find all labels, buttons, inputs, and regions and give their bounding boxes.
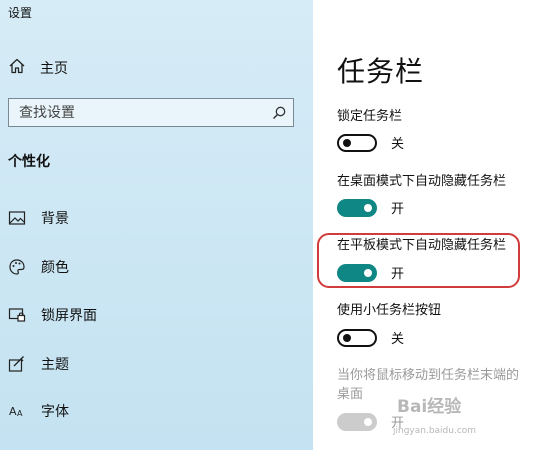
tablet-autohide-toggle-row: 开 bbox=[337, 263, 404, 282]
sidebar-item-label: 主页 bbox=[40, 61, 68, 77]
toggle-state: 关 bbox=[391, 332, 405, 347]
toggle-knob bbox=[343, 333, 351, 342]
search-input[interactable] bbox=[9, 104, 265, 121]
palette-icon bbox=[8, 258, 26, 276]
toggle-state: 开 bbox=[391, 202, 405, 217]
toggle-knob bbox=[343, 138, 351, 147]
setting-label: 在桌面模式下自动隐藏任务栏 bbox=[337, 174, 507, 189]
sidebar-item-label: 颜色 bbox=[41, 260, 69, 276]
setting-label: 桌面 bbox=[337, 387, 364, 402]
theme-icon bbox=[8, 355, 26, 373]
toggle-knob bbox=[364, 417, 372, 426]
sidebar-item-label: 锁屏界面 bbox=[41, 308, 97, 324]
desktop-autohide-toggle-row: 开 bbox=[337, 198, 404, 217]
toggle-state: 开 bbox=[391, 267, 405, 282]
setting-label: 锁定任务栏 bbox=[337, 109, 403, 124]
sidebar-item-colors[interactable]: 颜色 bbox=[8, 255, 69, 279]
svg-text:A: A bbox=[9, 405, 17, 418]
setting-label: 使用小任务栏按钮 bbox=[337, 303, 442, 318]
tablet-autohide-toggle[interactable] bbox=[337, 263, 377, 282]
picture-icon bbox=[8, 209, 26, 227]
section-title: 个性化 bbox=[8, 154, 50, 170]
sidebar: 设置 主页 个性化 背景 颜色 锁屏界面 主题 bbox=[0, 0, 313, 450]
sidebar-item-label: 主题 bbox=[41, 357, 69, 373]
peek-toggle[interactable] bbox=[337, 412, 377, 431]
search-box[interactable] bbox=[8, 98, 294, 127]
lock-taskbar-toggle[interactable] bbox=[337, 133, 377, 152]
setting-label: 当你将鼠标移动到任务栏末端的 bbox=[337, 368, 520, 383]
small-buttons-toggle[interactable] bbox=[337, 328, 377, 347]
home-icon bbox=[8, 57, 26, 79]
sidebar-item-background[interactable]: 背景 bbox=[8, 206, 69, 230]
page-title: 任务栏 bbox=[337, 55, 425, 88]
sidebar-item-fonts[interactable]: AA 字体 bbox=[8, 399, 69, 423]
desktop-autohide-toggle[interactable] bbox=[337, 198, 377, 217]
search-icon[interactable] bbox=[265, 105, 293, 121]
window-title: 设置 bbox=[8, 6, 33, 20]
main-content: 任务栏 锁定任务栏 关 在桌面模式下自动隐藏任务栏 开 在平板模式下自动隐藏任务… bbox=[313, 0, 535, 450]
sidebar-item-home[interactable]: 主页 bbox=[8, 57, 68, 79]
toggle-knob bbox=[364, 268, 372, 277]
sidebar-item-label: 背景 bbox=[41, 211, 69, 227]
font-icon: AA bbox=[8, 402, 26, 420]
svg-text:A: A bbox=[17, 409, 23, 418]
watermark: Bai经验 bbox=[397, 397, 462, 417]
sidebar-item-lock-screen[interactable]: 锁屏界面 bbox=[8, 303, 97, 327]
lock-screen-icon bbox=[8, 306, 26, 324]
sidebar-item-themes[interactable]: 主题 bbox=[8, 352, 69, 376]
toggle-knob bbox=[364, 203, 372, 212]
setting-label: 在平板模式下自动隐藏任务栏 bbox=[337, 238, 507, 253]
sidebar-item-label: 字体 bbox=[41, 404, 69, 420]
watermark-url: jingyan.baidu.com bbox=[393, 426, 477, 436]
toggle-state: 关 bbox=[391, 137, 405, 152]
small-buttons-toggle-row: 关 bbox=[337, 328, 404, 347]
lock-taskbar-toggle-row: 关 bbox=[337, 133, 404, 152]
